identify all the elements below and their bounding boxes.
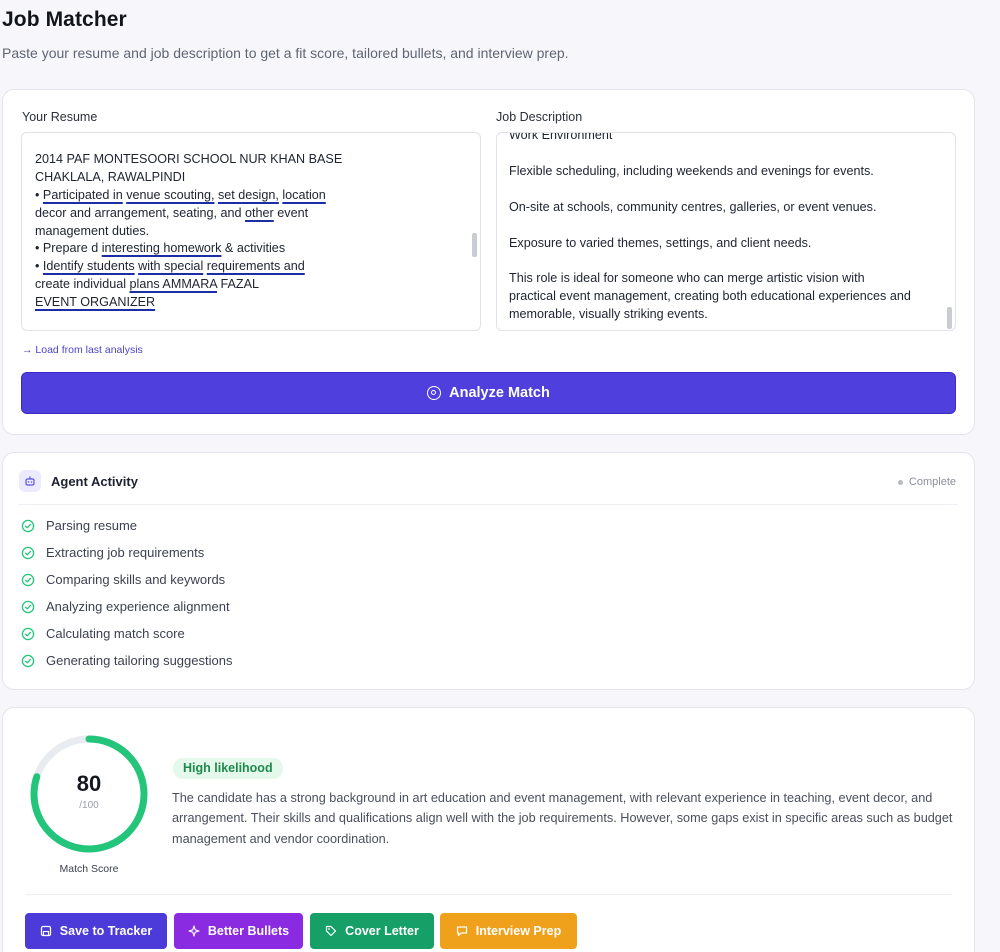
activity-status-text: Complete <box>908 476 956 488</box>
job-line: practical event management, creating bot… <box>509 289 911 303</box>
resume-line: • Identify students with special require… <box>35 259 305 273</box>
sparkle-icon <box>188 925 200 937</box>
status-dot-icon <box>897 479 903 485</box>
score-label: Match Score <box>59 863 119 875</box>
activity-step-label: Analyzing experience alignment <box>46 599 230 614</box>
job-line: Flexible scheduling, including weekends … <box>509 164 874 178</box>
match-result-card: 80 /100 Match Score High likelihood The … <box>2 707 975 952</box>
agent-activity-card: Agent Activity Complete Parsing resume Ex… <box>2 452 975 690</box>
activity-step-label: Comparing skills and keywords <box>46 572 226 587</box>
interview-prep-label: Interview Prep <box>475 924 562 938</box>
job-line: Work Environment <box>509 132 613 142</box>
save-to-tracker-label: Save to Tracker <box>59 924 153 938</box>
likelihood-badge: High likelihood <box>173 758 283 779</box>
cover-letter-button[interactable]: Cover Letter <box>310 913 434 949</box>
check-circle-icon <box>21 654 35 667</box>
activity-step: Parsing resume <box>21 518 137 533</box>
score-max: /100 <box>79 800 99 811</box>
check-circle-icon <box>21 519 35 532</box>
resume-line: 2014 PAF MONTESOORI SCHOOL NUR KHAN BASE <box>35 152 343 166</box>
activity-step: Extracting job requirements <box>21 545 204 560</box>
tag-icon <box>326 925 337 937</box>
page-subtitle: Paste your resume and job description to… <box>2 45 569 61</box>
load-last-analysis-link[interactable]: → Load from last analysis <box>22 344 143 356</box>
cover-letter-label: Cover Letter <box>345 924 419 938</box>
check-circle-icon <box>21 600 35 613</box>
resume-line: • Prepare d interesting homework & activ… <box>35 241 286 255</box>
activity-step: Comparing skills and keywords <box>21 572 225 587</box>
analyze-match-label: Analyze Match <box>449 385 550 401</box>
activity-step: Analyzing experience alignment <box>21 599 230 614</box>
analyze-match-button[interactable]: Analyze Match <box>21 372 956 414</box>
resume-line: EVENT ORGANIZER <box>35 295 156 309</box>
job-line: On-site at schools, community centres, g… <box>509 200 877 214</box>
save-to-tracker-button[interactable]: Save to Tracker <box>25 913 167 949</box>
better-bullets-label: Better Bullets <box>207 924 290 938</box>
job-description-label: Job Description <box>496 110 583 124</box>
page-header: Job Matcher Paste your resume and job de… <box>2 8 569 61</box>
job-description-textarea[interactable]: Work Environment Flexible scheduling, in… <box>496 132 956 331</box>
better-bullets-button[interactable]: Better Bullets <box>174 913 303 949</box>
activity-step: Calculating match score <box>21 626 185 641</box>
activity-step: Generating tailoring suggestions <box>21 653 232 668</box>
check-circle-icon <box>21 546 35 559</box>
resume-scrollbar[interactable] <box>472 233 477 257</box>
activity-title: Agent Activity <box>51 473 138 489</box>
check-circle-icon <box>21 573 35 586</box>
activity-divider <box>19 504 958 505</box>
page-title: Job Matcher <box>2 8 127 31</box>
activity-step-label: Parsing resume <box>46 518 138 533</box>
resume-line: • Participated in venue scouting, set de… <box>35 188 326 202</box>
job-scrollbar[interactable] <box>947 307 952 329</box>
activity-status: Complete <box>897 476 956 488</box>
job-line: This role is ideal for someone who can m… <box>509 271 865 285</box>
input-card: Your Resume 2014 PAF MONTESOORI SCHOOL N… <box>2 89 975 435</box>
match-summary: The candidate has a strong background in… <box>172 791 953 846</box>
resume-line: CHAKLALA, RAWALPINDI <box>35 170 186 184</box>
chat-icon <box>456 926 467 937</box>
check-circle-icon <box>21 627 35 640</box>
score-value: 80 <box>76 771 102 796</box>
job-line: memorable, visually striking events. <box>509 307 708 321</box>
resume-line: create individual plans AMMARA FAZAL <box>35 277 260 291</box>
activity-step-label: Generating tailoring suggestions <box>46 653 233 668</box>
activity-header: Agent Activity <box>19 470 138 492</box>
activity-step-label: Calculating match score <box>46 626 185 641</box>
interview-prep-button[interactable]: Interview Prep <box>440 913 577 949</box>
resume-line: decor and arrangement, seating, and othe… <box>35 206 309 220</box>
resume-textarea[interactable]: 2014 PAF MONTESOORI SCHOOL NUR KHAN BASE… <box>21 132 481 331</box>
actions-divider <box>25 894 952 895</box>
job-line: Exposure to varied themes, settings, and… <box>509 236 812 250</box>
robot-icon <box>19 470 41 492</box>
resume-line: management duties. <box>35 224 150 238</box>
activity-step-label: Extracting job requirements <box>46 545 205 560</box>
target-icon <box>427 386 442 400</box>
save-icon <box>40 925 51 937</box>
resume-label: Your Resume <box>22 110 98 124</box>
